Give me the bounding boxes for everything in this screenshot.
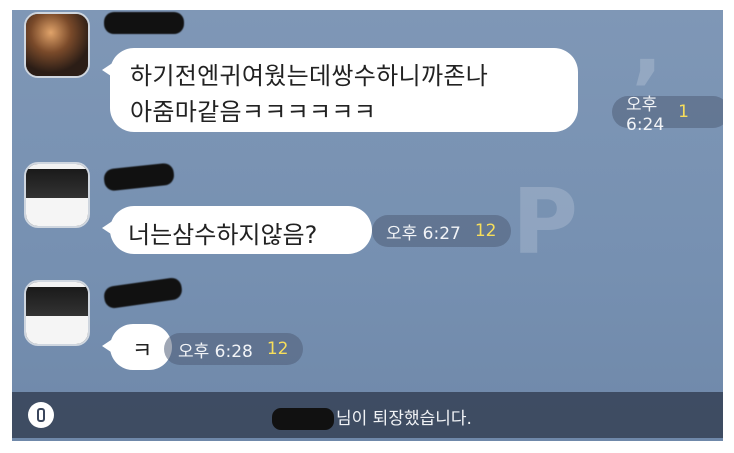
user-name-redacted [272,408,334,430]
bubble-tail [102,62,114,78]
message-text: ㅋ [132,339,153,364]
message-meta: 오후 6:28 12 [164,333,303,365]
message-text: 아줌마같음ㅋㅋㅋㅋㅋㅋ [130,98,377,126]
sender-avatar[interactable] [24,162,90,228]
background-watermark: , [632,10,663,93]
message-time: 오후 6:28 [178,341,253,362]
exit-notice-text: 님이 퇴장했습니다. [336,409,472,429]
unread-count: 12 [266,339,289,359]
message-text: 너는삼수하지않음? [128,221,318,249]
message-bubble[interactable]: 하기전엔귀여웠는데쌍수하니까존나 아줌마같음ㅋㅋㅋㅋㅋㅋ [102,48,578,132]
message-meta: 오후 6:27 12 [372,215,511,247]
message-meta: 오후 6:24 1 [612,95,723,135]
unread-count: 12 [474,221,497,241]
message-time: 오후 6:24 [626,94,665,135]
sender-avatar[interactable] [24,280,90,346]
unread-count: 1 [678,102,689,122]
chat-screen: , P 하기전엔귀여웠는데쌍수하니까존나 아줌마같음ㅋㅋㅋㅋㅋㅋ 오후 6:24… [12,10,723,441]
sender-name-redacted [104,12,184,34]
sender-avatar[interactable] [24,12,90,78]
bubble-tail [102,220,114,236]
message-bubble[interactable]: ㅋ [102,324,172,370]
sender-name-redacted [102,276,184,310]
background-watermark: P [512,170,578,275]
exit-notice-message: 님이 퇴장했습니다. [272,404,472,430]
message-bubble[interactable]: 너는삼수하지않음? [102,206,372,254]
message-text: 하기전엔귀여웠는데쌍수하니까존나 [130,62,489,90]
exit-notice-bar: 님이 퇴장했습니다. [12,392,723,438]
sender-name-redacted [103,162,175,192]
bubble-tail [102,338,114,354]
message-time: 오후 6:27 [386,223,461,244]
exit-door-icon[interactable] [28,402,54,428]
